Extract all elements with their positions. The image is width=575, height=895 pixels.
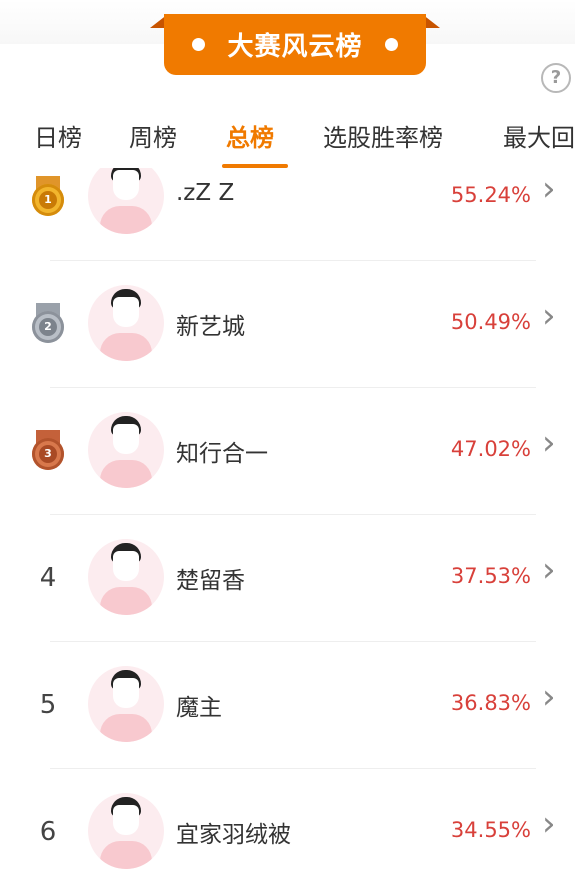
rank-row[interactable]: 1 .zZ Z 55.24% › [0, 168, 575, 260]
return-percent: 47.02% [450, 437, 531, 461]
rank-row[interactable]: 2 新艺城 50.49% › [0, 260, 575, 387]
return-percent: 50.49% [450, 310, 531, 334]
avatar[interactable] [88, 793, 164, 869]
banner-dot-left [192, 38, 206, 51]
avatar-face [113, 678, 139, 708]
banner-dot-right [384, 38, 398, 51]
avatar-body [100, 460, 152, 488]
user-name: 魔主 [176, 695, 222, 721]
banner-body: 大赛风云榜 [164, 14, 426, 75]
avatar-body [100, 333, 152, 361]
avatar-body [100, 714, 152, 742]
avatar-face [113, 805, 139, 835]
tab-weekly[interactable]: 周榜 [129, 118, 177, 153]
silver-medal-icon: 2 [30, 302, 66, 345]
medal-rank-number: 3 [39, 444, 57, 463]
tab-daily[interactable]: 日榜 [34, 118, 82, 153]
avatar[interactable] [88, 412, 164, 488]
return-percent: 36.83% [450, 691, 531, 715]
user-name: 宜家羽绒被 [176, 822, 291, 848]
medal-disc: 3 [32, 437, 64, 470]
tab-max-drawdown[interactable]: 最大回 [503, 118, 575, 153]
medal-rank-number: 2 [39, 317, 57, 336]
avatar-body [100, 206, 152, 234]
chevron-right-icon[interactable]: › [542, 423, 556, 463]
chevron-right-icon[interactable]: › [542, 677, 556, 717]
chevron-right-icon[interactable]: › [542, 804, 556, 844]
avatar-face [113, 424, 139, 454]
tab-bar: 日榜 周榜 总榜 选股胜率榜 最大回 [0, 112, 575, 168]
rank-row[interactable]: 5 魔主 36.83% › [0, 641, 575, 768]
rank-number: 5 [39, 689, 57, 720]
medal-disc: 1 [32, 183, 64, 216]
avatar-body [100, 587, 152, 615]
medal-disc: 2 [32, 310, 64, 343]
bronze-medal-icon: 3 [30, 429, 66, 472]
rank-number: 4 [39, 562, 57, 593]
avatar-face [113, 551, 139, 581]
user-name: 知行合一 [176, 441, 268, 467]
chevron-right-icon[interactable]: › [542, 169, 556, 209]
rank-medal: 2 [28, 260, 68, 387]
tab-overall[interactable]: 总榜 [226, 118, 274, 153]
avatar[interactable] [88, 539, 164, 615]
rank-row[interactable]: 6 宜家羽绒被 34.55% › [0, 768, 575, 895]
gold-medal-icon: 1 [30, 175, 66, 218]
user-name: 楚留香 [176, 568, 245, 594]
rank-row[interactable]: 3 知行合一 47.02% › [0, 387, 575, 514]
avatar-body [100, 841, 152, 869]
rank-row[interactable]: 4 楚留香 37.53% › [0, 514, 575, 641]
avatar[interactable] [88, 666, 164, 742]
return-percent: 37.53% [450, 564, 531, 588]
tab-stock-win-rate[interactable]: 选股胜率榜 [323, 118, 443, 153]
banner-title: 大赛风云榜 [227, 32, 363, 62]
avatar-face [113, 170, 139, 200]
rank-medal: 1 [28, 168, 68, 260]
ranking-list: 1 .zZ Z 55.24% › 2 新艺城 50.49% › 3 知行合一 47.02% › 4 楚留香… [0, 168, 575, 895]
avatar-face [113, 297, 139, 327]
avatar[interactable] [88, 285, 164, 361]
help-icon[interactable]: ? [541, 63, 571, 93]
leaderboard-banner: 大赛风云榜 [150, 14, 440, 76]
rank-medal: 3 [28, 387, 68, 514]
rank-number: 6 [39, 816, 57, 847]
avatar[interactable] [88, 168, 164, 234]
return-percent: 55.24% [450, 183, 531, 207]
return-percent: 34.55% [450, 818, 531, 842]
chevron-right-icon[interactable]: › [542, 550, 556, 590]
medal-rank-number: 1 [39, 190, 57, 209]
user-name: 新艺城 [176, 314, 245, 340]
user-name: .zZ Z [176, 180, 235, 206]
chevron-right-icon[interactable]: › [542, 296, 556, 336]
